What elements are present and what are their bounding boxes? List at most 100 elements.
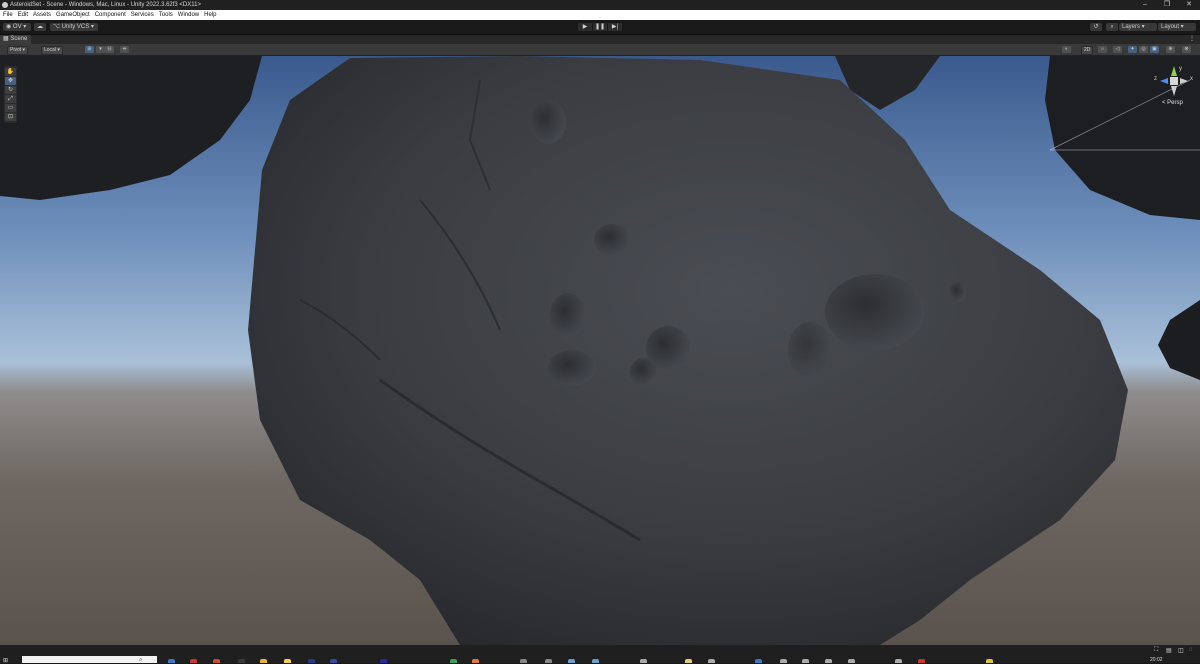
menu-assets[interactable]: Assets bbox=[33, 10, 51, 20]
gizmos-icon[interactable]: ⊕ bbox=[1166, 46, 1175, 53]
audio-icon[interactable]: ◁ bbox=[1113, 46, 1122, 53]
taskbar-app-icon[interactable] bbox=[986, 659, 993, 663]
taskbar-app-icon[interactable] bbox=[380, 659, 387, 663]
taskbar-app-icon[interactable] bbox=[802, 659, 809, 663]
pivot-dropdown[interactable]: Pivot ▾ bbox=[7, 46, 29, 55]
2d-toggle[interactable]: 2D bbox=[1081, 46, 1094, 55]
taskbar-clock[interactable]: 20:02 bbox=[1150, 657, 1163, 663]
taskbar-app-icon[interactable] bbox=[213, 659, 220, 663]
tab-scene[interactable]: ▦ Scene bbox=[0, 35, 32, 44]
rotate-tool-icon[interactable]: ↻ bbox=[5, 86, 16, 94]
scene-tab-bar: ▦ Scene ⋮ bbox=[0, 35, 1200, 44]
taskbar-app-icon[interactable] bbox=[640, 659, 647, 663]
effects-icon[interactable]: ✦ bbox=[1128, 46, 1137, 53]
menu-component[interactable]: Component bbox=[95, 10, 126, 20]
menu-tools[interactable]: Tools bbox=[159, 10, 173, 20]
gizmo-y-label: y bbox=[1179, 66, 1182, 72]
rect-tool-icon[interactable]: ▭ bbox=[5, 104, 16, 112]
taskbar-app-icon[interactable] bbox=[545, 659, 552, 663]
tray-network-icon[interactable]: ⛶ bbox=[1154, 647, 1158, 654]
layout-dropdown[interactable]: Layout ▾ bbox=[1158, 23, 1196, 31]
gizmo-negative-y-axis[interactable] bbox=[1171, 86, 1177, 96]
taskbar-app-icon[interactable] bbox=[825, 659, 832, 663]
taskbar-app-icon[interactable] bbox=[895, 659, 902, 663]
account-icon: ◉ bbox=[6, 24, 13, 30]
local-dropdown[interactable]: Local ▾ bbox=[41, 46, 63, 55]
scene-camera-icon[interactable]: ▣ bbox=[1150, 46, 1159, 53]
tray-display-icon[interactable]: ▤ bbox=[1166, 647, 1172, 654]
search-icon[interactable]: ⌕ bbox=[1106, 23, 1118, 31]
layers-dropdown[interactable]: Layers ▾ bbox=[1119, 23, 1157, 31]
taskbar-app-icon[interactable] bbox=[284, 659, 291, 663]
lighting-icon[interactable]: ☼ bbox=[1098, 46, 1107, 53]
menu-file[interactable]: File bbox=[3, 10, 13, 20]
transform-tool-icon[interactable]: ⊡ bbox=[5, 113, 16, 121]
hand-tool-icon[interactable]: ✋ bbox=[5, 68, 16, 76]
gizmo-z-axis[interactable] bbox=[1160, 78, 1168, 84]
taskbar-app-icon[interactable] bbox=[450, 659, 457, 663]
taskbar-app-icon[interactable] bbox=[592, 659, 599, 663]
title-bar: AsteroidSet - Scene - Windows, Mac, Linu… bbox=[0, 0, 1200, 10]
gizmo-z-label: z bbox=[1154, 76, 1157, 82]
cloud-icon[interactable]: ☁ bbox=[34, 23, 46, 31]
minimize-button[interactable]: – bbox=[1134, 0, 1156, 10]
unity-logo-icon bbox=[2, 2, 8, 8]
taskbar-app-icon[interactable] bbox=[848, 659, 855, 663]
maximize-button[interactable]: ❐ bbox=[1156, 0, 1178, 10]
gizmo-center-cube[interactable] bbox=[1170, 77, 1178, 85]
scene-viewport[interactable]: ✋ ✥ ↻ ⤢ ▭ ⊡ bbox=[0, 56, 1200, 645]
gizmo-negative-x-axis[interactable] bbox=[1180, 78, 1188, 84]
close-button[interactable]: ✕ bbox=[1178, 0, 1200, 10]
history-icon[interactable]: ↺ bbox=[1090, 23, 1102, 31]
window-title: AsteroidSet - Scene - Windows, Mac, Linu… bbox=[10, 2, 201, 8]
pause-icon[interactable]: ❚❚ bbox=[593, 23, 607, 31]
menu-gameobject[interactable]: GameObject bbox=[56, 10, 90, 20]
taskbar-app-icon[interactable] bbox=[330, 659, 337, 663]
menu-help[interactable]: Help bbox=[204, 10, 216, 20]
taskbar-app-icon[interactable] bbox=[708, 659, 715, 663]
menu-edit[interactable]: Edit bbox=[18, 10, 28, 20]
grid-snap-icon[interactable]: ⊞ bbox=[85, 46, 94, 53]
vcs-icon: ⌥ bbox=[53, 24, 62, 30]
taskbar-app-icon[interactable] bbox=[780, 659, 787, 663]
taskbar-app-icon[interactable] bbox=[520, 659, 527, 663]
grid-plane-icon[interactable]: ⊟ bbox=[105, 46, 114, 53]
menu-bar: File Edit Assets GameObject Component Se… bbox=[0, 10, 1200, 20]
taskbar-app-icon[interactable] bbox=[190, 659, 197, 663]
taskbar-app-icon[interactable] bbox=[260, 659, 267, 663]
gizmo-x-label: x bbox=[1190, 76, 1193, 82]
grid-dropdown-icon[interactable]: ▾ bbox=[96, 46, 105, 53]
more-tools-icon[interactable]: ⊗ bbox=[1182, 46, 1191, 53]
main-toolbar: ◉ OV ▾ ☁ ⌥ Unity VCS ▾ ▶ ❚❚ ▶| ↺ ⌕ Layer… bbox=[0, 20, 1200, 35]
tray-notification-icon[interactable]: ◌ bbox=[1189, 647, 1193, 653]
taskbar-active-app-icon[interactable] bbox=[755, 659, 762, 663]
more-options-icon[interactable]: ⋮ bbox=[1189, 35, 1195, 44]
taskbar-app-icon[interactable] bbox=[918, 659, 925, 663]
step-icon[interactable]: ▶| bbox=[608, 23, 622, 31]
tool-palette: ✋ ✥ ↻ ⤢ ▭ ⊡ bbox=[4, 66, 17, 123]
menu-services[interactable]: Services bbox=[131, 10, 154, 20]
tray-volume-icon[interactable]: ◫ bbox=[1178, 647, 1184, 654]
menu-window[interactable]: Window bbox=[178, 10, 199, 20]
gizmo-y-axis[interactable] bbox=[1171, 66, 1177, 76]
taskbar-app-icon[interactable] bbox=[685, 659, 692, 663]
scene-view-toolbar: Pivot ▾ Local ▾ ⊞ ▾ ⊟ ⇹ ◐ 2D ☼ ◁ ✦ ◎ ▣ ⊕… bbox=[0, 44, 1200, 56]
taskbar-app-icon[interactable] bbox=[238, 659, 245, 663]
asteroid-render bbox=[0, 56, 1200, 645]
scale-tool-icon[interactable]: ⤢ bbox=[5, 95, 16, 103]
move-tool-icon[interactable]: ✥ bbox=[5, 77, 16, 85]
vcs-button[interactable]: ⌥ Unity VCS ▾ bbox=[50, 23, 98, 31]
taskbar-app-icon[interactable] bbox=[168, 659, 175, 663]
taskbar-app-icon[interactable] bbox=[472, 659, 479, 663]
account-button[interactable]: ◉ OV ▾ bbox=[3, 23, 31, 31]
playmode-controls: ▶ ❚❚ ▶| bbox=[578, 23, 622, 31]
projection-label[interactable]: < Persp bbox=[1162, 100, 1183, 106]
play-icon[interactable]: ▶ bbox=[578, 23, 592, 31]
os-taskbar: ⊞ ⌕ ⛶ ▤ ◫ ◌ 20:02 bbox=[0, 645, 1200, 664]
draw-mode-icon[interactable]: ◐ bbox=[1062, 46, 1071, 53]
taskbar-search-input[interactable] bbox=[22, 656, 157, 663]
taskbar-app-icon[interactable] bbox=[568, 659, 575, 663]
increment-snap-icon[interactable]: ⇹ bbox=[120, 46, 129, 53]
hidden-objects-icon[interactable]: ◎ bbox=[1139, 46, 1148, 53]
taskbar-app-icon[interactable] bbox=[308, 659, 315, 663]
